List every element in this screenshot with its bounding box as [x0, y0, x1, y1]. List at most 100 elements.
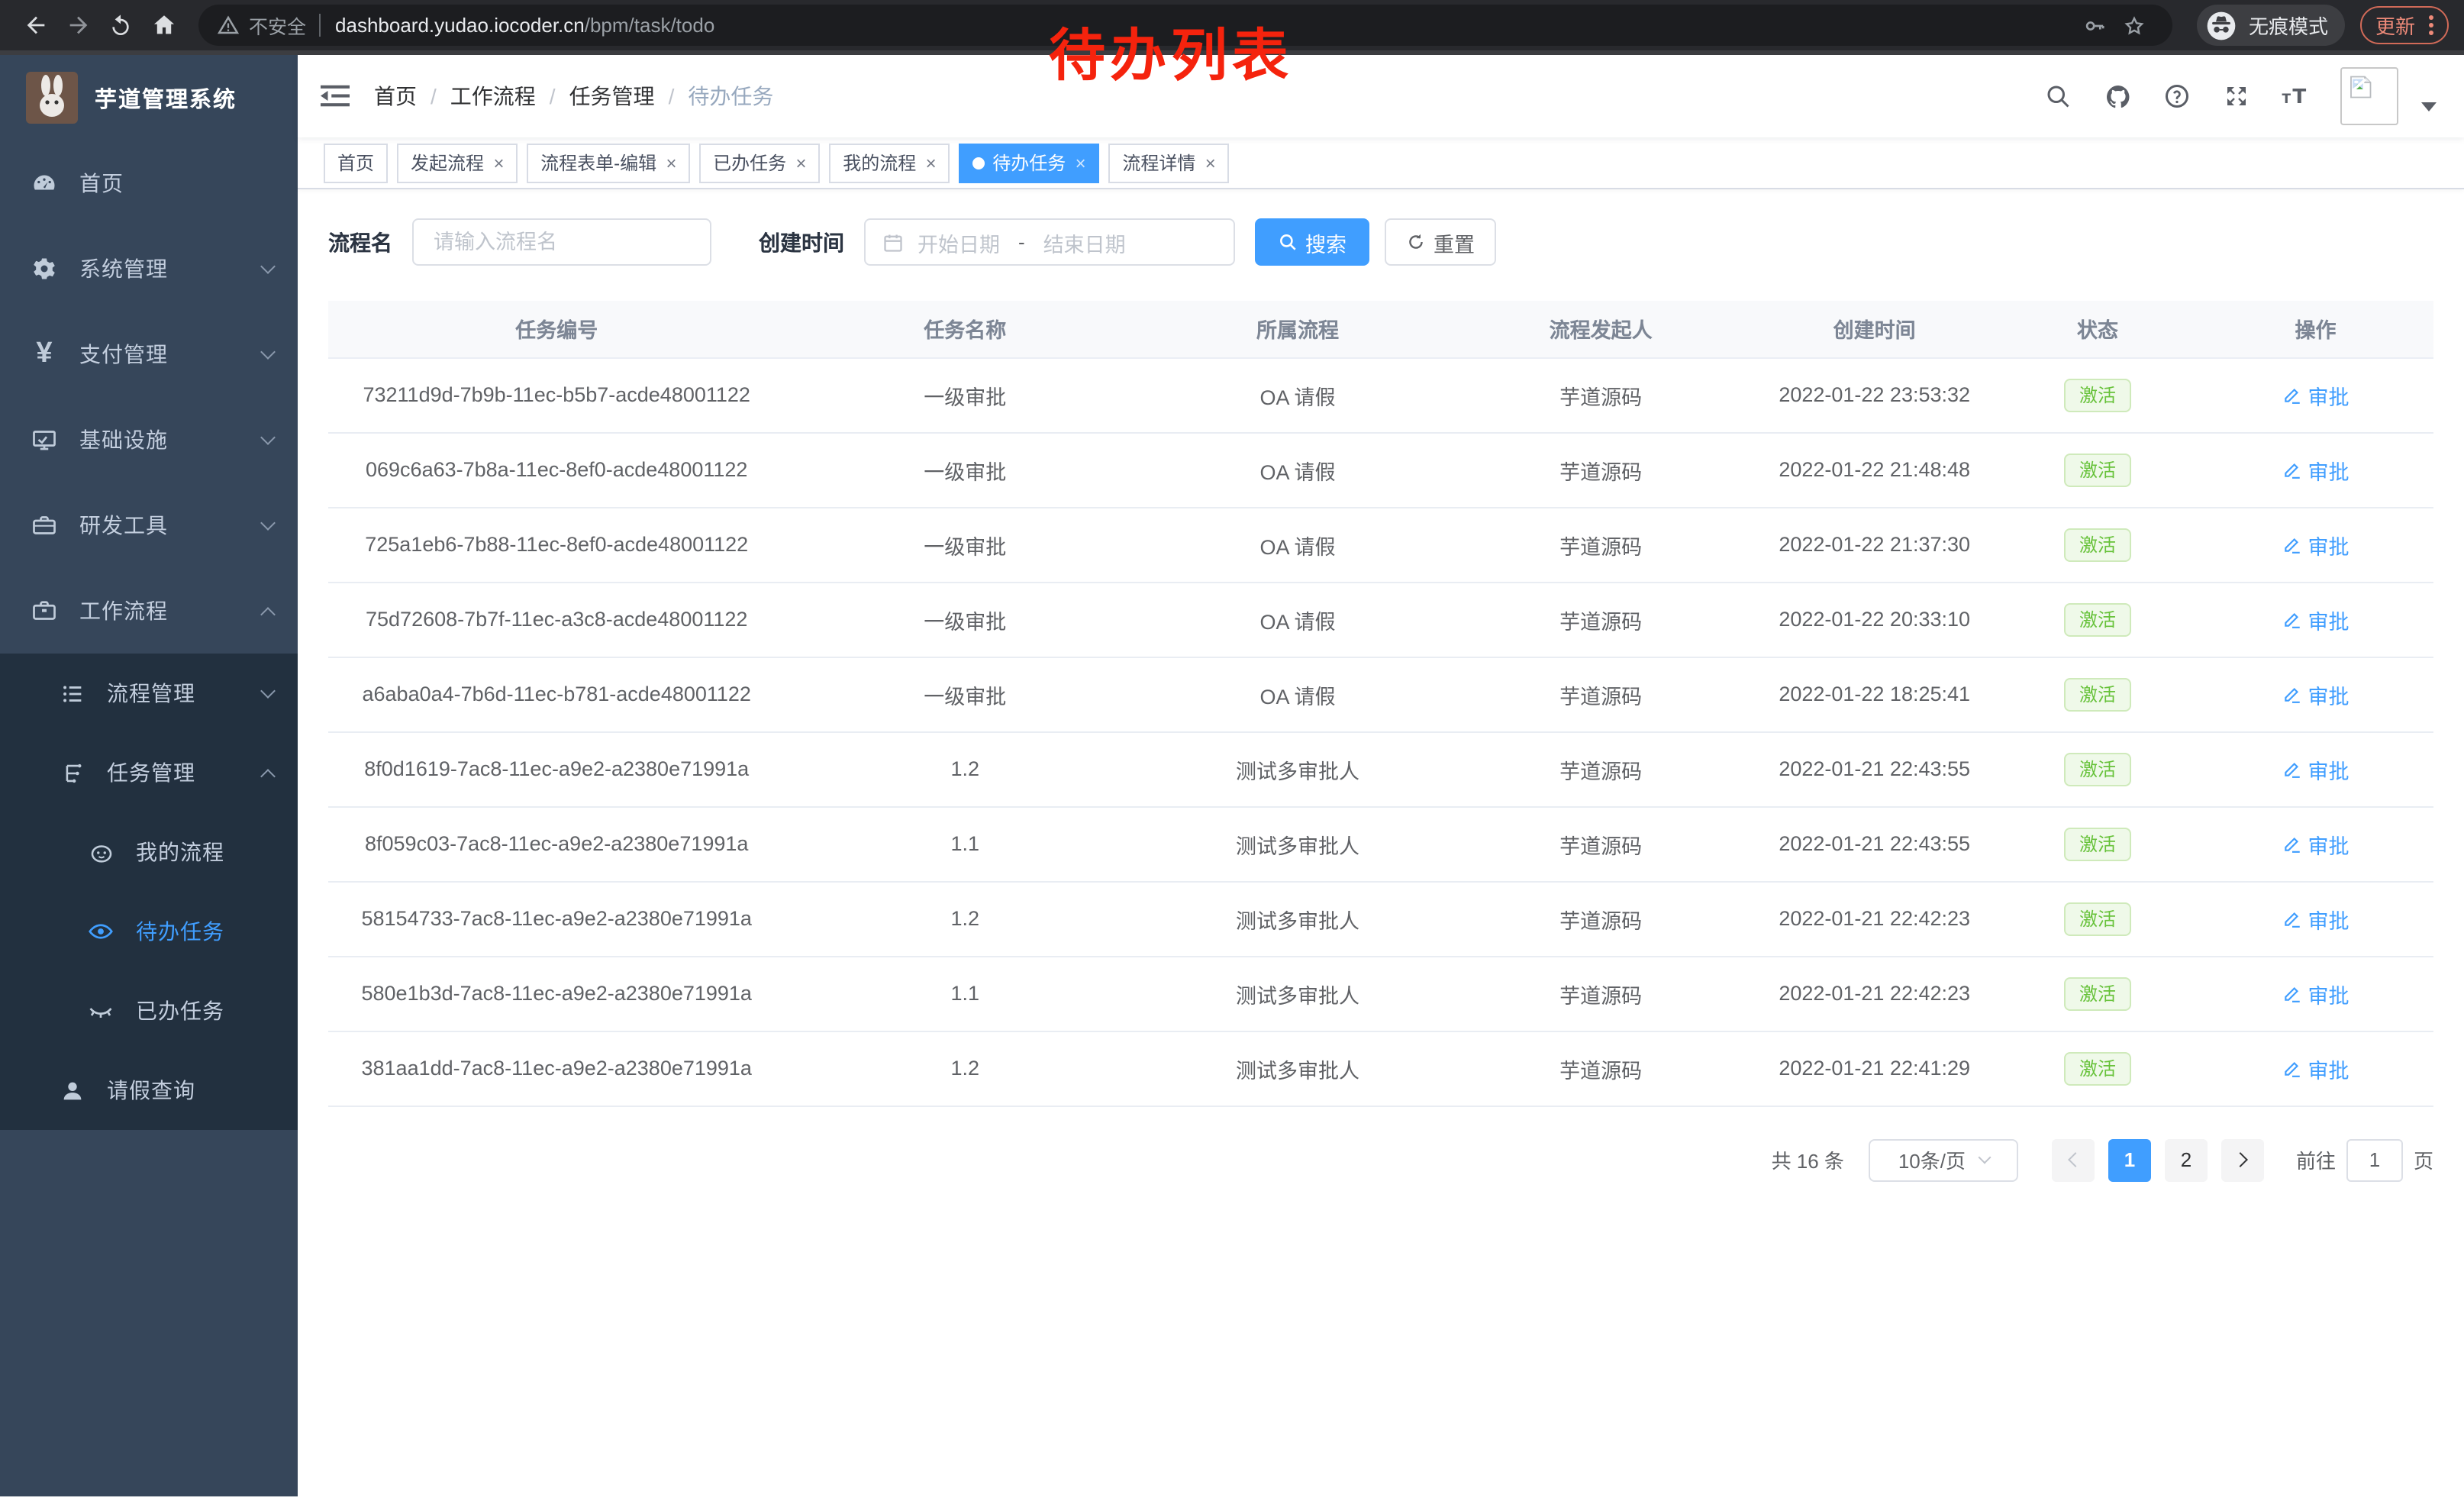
sidebar-item-my-process[interactable]: 我的流程 — [0, 812, 298, 892]
cell-starter: 芋道源码 — [1450, 432, 1751, 507]
back-button[interactable] — [15, 5, 55, 45]
edit-pencil-icon — [2282, 609, 2302, 629]
user-menu-caret-icon[interactable] — [2421, 102, 2437, 111]
browser-menu-icon[interactable] — [2429, 15, 2433, 35]
approve-button[interactable]: 审批 — [2282, 1053, 2350, 1083]
tab-label: 流程表单-编辑 — [540, 150, 656, 176]
tab-close-icon[interactable]: × — [666, 153, 676, 172]
end-date-placeholder: 结束日期 — [1043, 227, 1126, 257]
sidebar-item-process-mgmt[interactable]: 流程管理 — [0, 654, 298, 733]
cell-starter: 芋道源码 — [1450, 881, 1751, 956]
tab[interactable]: 已办任务 × — [699, 143, 820, 182]
sidebar-item-pay[interactable]: ¥ 支付管理 — [0, 311, 298, 397]
browser-update-chip[interactable]: 更新 — [2360, 6, 2449, 44]
tab-close-icon[interactable]: × — [1205, 153, 1215, 172]
tab[interactable]: 首页 — [324, 143, 388, 182]
cell-task-id: 58154733-7ac8-11ec-a9e2-a2380e71991a — [328, 881, 785, 956]
table-row[interactable]: 73211d9d-7b9b-11ec-b5b7-acde48001122 一级审… — [328, 357, 2433, 432]
sidebar-item-workflow[interactable]: 工作流程 — [0, 568, 298, 654]
search-icon — [1278, 232, 1298, 252]
tab[interactable]: 流程表单-编辑 × — [527, 143, 690, 182]
goto-page-input[interactable] — [2346, 1138, 2403, 1181]
reload-button[interactable] — [101, 5, 140, 45]
github-button[interactable] — [2102, 81, 2133, 111]
table-row[interactable]: 069c6a63-7b8a-11ec-8ef0-acde48001122 一级审… — [328, 432, 2433, 507]
approve-button[interactable]: 审批 — [2282, 679, 2350, 709]
bookmark-star-button[interactable] — [2114, 5, 2154, 45]
tab[interactable]: 发起流程 × — [397, 143, 518, 182]
sidebar-item-system[interactable]: 系统管理 — [0, 226, 298, 311]
approve-button[interactable]: 审批 — [2282, 978, 2350, 1009]
sidebar-item-infra[interactable]: 基础设施 — [0, 397, 298, 483]
breadcrumb-item[interactable]: 首页 — [374, 81, 417, 111]
cell-task-id: a6aba0a4-7b6d-11ec-b781-acde48001122 — [328, 657, 785, 731]
cell-created-time: 2022-01-22 23:53:32 — [1751, 357, 1998, 432]
tab[interactable]: 流程详情 × — [1108, 143, 1229, 182]
prev-page-button[interactable] — [2052, 1138, 2095, 1181]
table-row[interactable]: 580e1b3d-7ac8-11ec-a9e2-a2380e71991a 1.1… — [328, 956, 2433, 1031]
table-row[interactable]: a6aba0a4-7b6d-11ec-b781-acde48001122 一级审… — [328, 657, 2433, 731]
edit-pencil-icon — [2282, 834, 2302, 854]
sidebar-item-home[interactable]: 首页 — [0, 140, 298, 226]
edit-pencil-icon — [2282, 909, 2302, 928]
header-search-button[interactable] — [2043, 81, 2073, 111]
table-row[interactable]: 75d72608-7b7f-11ec-a3c8-acde48001122 一级审… — [328, 582, 2433, 657]
search-button[interactable]: 搜索 — [1255, 218, 1369, 266]
process-name-input[interactable] — [412, 218, 711, 266]
tab[interactable]: 我的流程 × — [829, 143, 950, 182]
app-logo-row[interactable]: 芋道管理系统 — [0, 55, 298, 140]
chevron-down-icon — [1978, 1151, 1991, 1164]
approve-button[interactable]: 审批 — [2282, 379, 2350, 410]
sidebar-item-task-mgmt[interactable]: 任务管理 — [0, 733, 298, 812]
home-button[interactable] — [144, 5, 183, 45]
help-button[interactable] — [2162, 81, 2192, 111]
cell-process: 测试多审批人 — [1145, 731, 1450, 806]
table-row[interactable]: 58154733-7ac8-11ec-a9e2-a2380e71991a 1.2… — [328, 881, 2433, 956]
tab-close-icon[interactable]: × — [925, 153, 936, 172]
cell-process: 测试多审批人 — [1145, 806, 1450, 881]
table-row[interactable]: 8f059c03-7ac8-11ec-a9e2-a2380e71991a 1.1… — [328, 806, 2433, 881]
tab-close-icon[interactable]: × — [493, 153, 504, 172]
fullscreen-button[interactable] — [2221, 81, 2252, 111]
page-number-button[interactable]: 1 — [2108, 1138, 2151, 1181]
table-row[interactable]: 381aa1dd-7ac8-11ec-a9e2-a2380e71991a 1.2… — [328, 1031, 2433, 1106]
approve-button[interactable]: 审批 — [2282, 529, 2350, 560]
tab[interactable]: 待办任务 × — [959, 143, 1099, 182]
next-page-button[interactable] — [2221, 1138, 2264, 1181]
reset-button[interactable]: 重置 — [1385, 218, 1496, 266]
approve-button[interactable]: 审批 — [2282, 604, 2350, 634]
password-key-button[interactable] — [2075, 5, 2114, 45]
sidebar-collapse-button[interactable] — [319, 81, 350, 111]
sidebar-item-dev[interactable]: 研发工具 — [0, 483, 298, 568]
table-row[interactable]: 8f0d1619-7ac8-11ec-a9e2-a2380e71991a 1.2… — [328, 731, 2433, 806]
page-size-select[interactable]: 10条/页 — [1869, 1138, 2018, 1181]
date-range-input[interactable]: 开始日期 - 结束日期 — [864, 218, 1235, 266]
sidebar-item-todo-tasks[interactable]: 待办任务 — [0, 892, 298, 971]
approve-button[interactable]: 审批 — [2282, 454, 2350, 485]
status-badge: 激活 — [2064, 1051, 2131, 1085]
cell-task-name: 1.1 — [785, 806, 1145, 881]
edit-pencil-icon — [2282, 534, 2302, 554]
broken-image-icon — [2346, 73, 2374, 101]
gear-icon — [31, 255, 58, 282]
forward-button[interactable] — [58, 5, 98, 45]
approve-button[interactable]: 审批 — [2282, 754, 2350, 784]
cell-task-id: 73211d9d-7b9b-11ec-b5b7-acde48001122 — [328, 357, 785, 432]
tab-close-icon[interactable]: × — [795, 153, 806, 172]
approve-button[interactable]: 审批 — [2282, 903, 2350, 934]
chevron-left-icon — [2068, 1152, 2083, 1167]
font-size-button[interactable]: TT — [2281, 81, 2311, 111]
breadcrumb-item[interactable]: 工作流程 — [450, 81, 536, 111]
page-number-button[interactable]: 2 — [2165, 1138, 2208, 1181]
approve-button[interactable]: 审批 — [2282, 828, 2350, 859]
cell-task-name: 1.2 — [785, 881, 1145, 956]
avatar[interactable] — [2340, 67, 2398, 125]
tab-close-icon[interactable]: × — [1075, 153, 1085, 172]
table-row[interactable]: 725a1eb6-7b88-11ec-8ef0-acde48001122 一级审… — [328, 507, 2433, 582]
sidebar-item-leave-query[interactable]: 请假查询 — [0, 1051, 298, 1130]
github-icon — [2103, 82, 2132, 111]
flow-nodes-icon — [58, 759, 85, 786]
sidebar-item-done-tasks[interactable]: 已办任务 — [0, 971, 298, 1051]
chevron-up-icon — [260, 768, 276, 783]
breadcrumb-item[interactable]: 任务管理 — [569, 81, 655, 111]
